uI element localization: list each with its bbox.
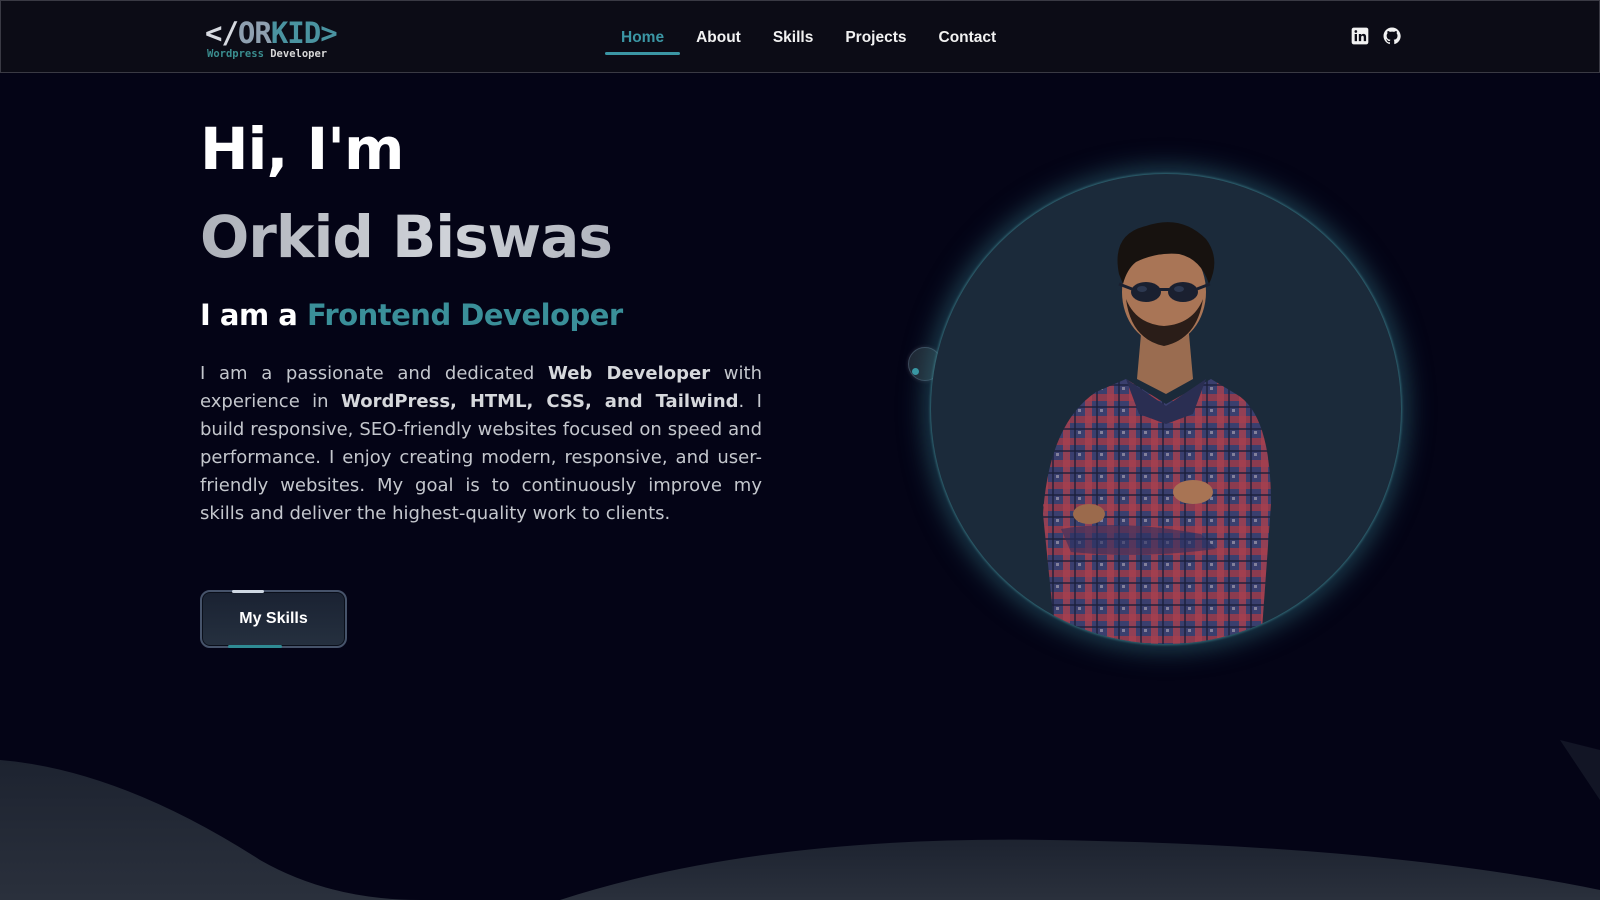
- social-links: [1350, 26, 1402, 46]
- hero-bio: I am a passionate and dedicated Web Deve…: [200, 360, 762, 528]
- bio-text-1: I am a passionate and dedicated: [200, 363, 548, 384]
- nav-projects-link[interactable]: Projects: [829, 1, 922, 74]
- nav-contact-link[interactable]: Contact: [923, 1, 1013, 74]
- logo-part-3: KID>: [270, 16, 338, 50]
- logo-tagline: Wordpress Developer: [207, 48, 327, 60]
- linkedin-icon[interactable]: [1350, 26, 1370, 46]
- navbar: </ORKID> Wordpress Developer Home About …: [0, 0, 1600, 73]
- hero-role: I am a Frontend Developer: [200, 298, 623, 333]
- logo-tagline-2: Developer: [270, 48, 328, 60]
- page: </ORKID> Wordpress Developer Home About …: [0, 0, 1600, 900]
- nav-skills-link[interactable]: Skills: [757, 1, 830, 74]
- site-logo[interactable]: </ORKID> Wordpress Developer: [205, 19, 355, 63]
- hero-name: Orkid Biswas: [200, 203, 613, 271]
- my-skills-button[interactable]: My Skills: [200, 590, 347, 648]
- logo-tagline-1: Wordpress: [207, 48, 264, 60]
- github-icon[interactable]: [1382, 26, 1402, 46]
- bottom-wave-decoration: [0, 740, 1600, 900]
- nav-about-link[interactable]: About: [680, 1, 757, 74]
- hero-role-title: Frontend Developer: [306, 298, 623, 332]
- main-nav: Home About Skills Projects Contact: [605, 1, 1012, 74]
- profile-photo-illustration: [1043, 222, 1271, 644]
- logo-part-2: OR: [237, 16, 272, 50]
- hero-greeting: Hi, I'm: [200, 115, 404, 183]
- bio-bold-1: Web Developer: [548, 363, 711, 384]
- bio-bold-2: WordPress, HTML, CSS, and Tailwind: [341, 391, 739, 412]
- logo-wordmark: </ORKID>: [205, 16, 338, 50]
- hero-role-prefix: I am a: [200, 298, 298, 332]
- profile-photo: [931, 174, 1401, 644]
- logo-part-1: </: [205, 16, 239, 50]
- nav-home-link[interactable]: Home: [605, 1, 681, 74]
